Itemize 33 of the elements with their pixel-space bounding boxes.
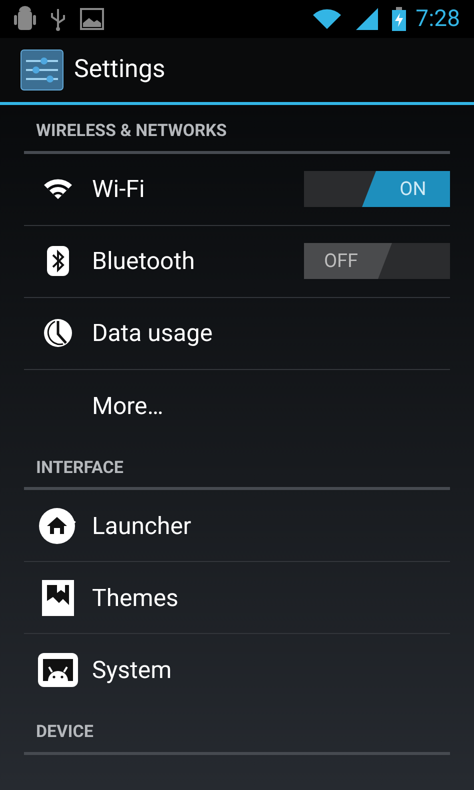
row-label: Bluetooth	[92, 246, 196, 277]
settings-row[interactable]: Data usage	[24, 298, 450, 370]
settings-icon[interactable]	[20, 49, 64, 91]
row-label: More…	[92, 390, 164, 422]
wifi-icon	[42, 177, 74, 201]
toggle-switch[interactable]: OFF	[304, 243, 450, 279]
wifi-signal-icon	[312, 8, 342, 30]
row-label: Wi-Fi	[92, 174, 146, 205]
screen-title: Settings	[74, 54, 166, 86]
row-label: Data usage	[92, 318, 214, 349]
settings-row[interactable]: Wi-Fi ON	[24, 154, 450, 226]
settings-row[interactable]: Launcher	[24, 490, 450, 562]
battery-charging-icon	[392, 7, 406, 31]
row-label: System	[92, 655, 173, 686]
settings-row[interactable]: Bluetooth OFF	[24, 226, 450, 298]
android-window-icon	[38, 653, 78, 687]
home-refresh-icon	[38, 506, 78, 546]
row-label: Themes	[92, 582, 180, 614]
bluetooth-icon	[47, 246, 69, 276]
section-header: WIRELESS & NETWORKS	[36, 121, 227, 141]
section-header: DEVICE	[36, 722, 94, 742]
usb-icon	[50, 7, 66, 31]
android-icon	[14, 6, 36, 32]
settings-row[interactable]: System	[24, 634, 450, 706]
cell-signal-icon	[356, 8, 378, 30]
pie-clock-icon	[42, 317, 74, 349]
section-header: INTERFACE	[36, 458, 124, 478]
picture-frame-icon	[41, 578, 75, 616]
settings-row[interactable]: Themes	[24, 562, 450, 634]
row-label: Launcher	[92, 510, 192, 542]
clock-time: 7:28	[416, 4, 460, 34]
settings-row[interactable]: More…	[24, 370, 450, 442]
image-icon	[80, 8, 104, 30]
